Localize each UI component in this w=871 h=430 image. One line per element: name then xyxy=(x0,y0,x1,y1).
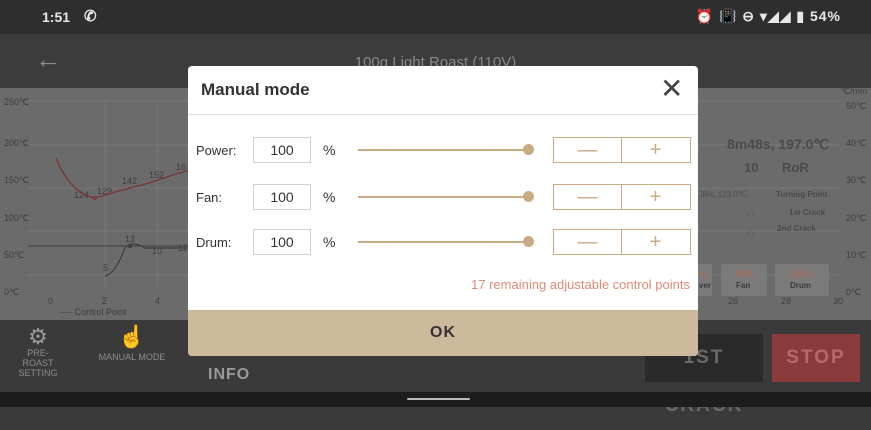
status-time: 1:51 xyxy=(42,9,71,25)
temp-label: 142 xyxy=(122,176,137,186)
stat-name: Drum xyxy=(790,281,811,290)
x-tick: 4 xyxy=(155,296,160,306)
control-point-marker xyxy=(128,244,132,248)
fan-label: 13 xyxy=(125,234,135,244)
pre-roast-label: PRE-ROAST SETTING xyxy=(18,348,58,378)
remaining-control-points: 17 remaining adjustable control points xyxy=(471,277,690,292)
status-icons: ⏰ 📳 ⊖ ▾◢◢ ▮ xyxy=(695,8,806,24)
fan-decrement-button[interactable]: — xyxy=(554,185,621,209)
y-right-tick: 40℃ xyxy=(846,138,866,148)
y-left-tick: 200℃ xyxy=(4,138,29,148)
drum-label: Drum: xyxy=(196,235,232,250)
info-button[interactable]: INFO xyxy=(208,366,250,384)
manual-mode-label: MANUAL MODE xyxy=(98,352,166,362)
y-left-tick: 150℃ xyxy=(4,175,29,185)
drum-stepper: — + xyxy=(553,229,691,255)
stat-name: ver xyxy=(699,281,712,290)
y-left-tick: 50℃ xyxy=(4,250,24,260)
turning-point-marker xyxy=(93,196,97,200)
pre-roast-setting-button[interactable]: ⚙ PRE-ROAST SETTING xyxy=(18,324,58,379)
power-slider-track[interactable] xyxy=(358,149,528,151)
power-label: Power: xyxy=(196,143,237,158)
stat-pct: 35% xyxy=(736,269,755,279)
fan-label: Fan: xyxy=(196,190,223,205)
ror-value: 10 xyxy=(744,160,759,175)
fan-value-input[interactable]: 100 xyxy=(253,184,311,210)
second-crack-label: 2nd Crack xyxy=(777,224,816,233)
x-tick: 30 xyxy=(833,296,843,306)
manual-mode-button[interactable]: ☝ MANUAL MODE xyxy=(72,324,192,363)
summary-time-temp: 8m48s, 197.0℃ xyxy=(727,136,830,152)
battery-level: 54% xyxy=(809,8,841,24)
chart-legend: ---- Control Point xyxy=(60,307,127,317)
gear-icon: ⚙ xyxy=(28,324,48,349)
power-value-input[interactable]: 100 xyxy=(253,137,311,163)
status-indicators: ⏰ 📳 ⊖ ▾◢◢ ▮ 54% xyxy=(696,8,841,25)
phone-icon: ✆ xyxy=(84,8,97,25)
drum-value-input[interactable]: 100 xyxy=(253,229,311,255)
y-left-tick: 0℃ xyxy=(4,287,19,297)
stat-name: Fan xyxy=(736,281,751,290)
power-row: Power: 100 % — + xyxy=(188,137,698,163)
drum-slider-track[interactable] xyxy=(358,241,528,243)
y-right-tick: 30℃ xyxy=(846,175,866,185)
y-right-tick: 0℃ xyxy=(846,287,861,297)
fan-label: 5 xyxy=(103,263,108,273)
first-crack-label: 1st Crack xyxy=(789,208,826,217)
system-nav-bar xyxy=(0,392,871,407)
ok-button[interactable]: OK xyxy=(188,310,698,356)
turning-point-label: Turning Point xyxy=(776,190,828,199)
second-crack-value: -:- xyxy=(746,228,754,237)
status-bar: 1:51 ✆ ⏰ 📳 ⊖ ▾◢◢ ▮ 54% xyxy=(0,0,871,34)
power-increment-button[interactable]: + xyxy=(622,138,689,162)
drum-decrement-button[interactable]: — xyxy=(554,230,621,254)
hand-pointer-icon: ☝ xyxy=(118,324,146,349)
drum-slider-thumb[interactable] xyxy=(523,236,534,247)
x-tick: 2 xyxy=(102,296,107,306)
drum-unit: % xyxy=(323,234,336,250)
ror-label: RoR xyxy=(782,160,809,175)
home-gesture-handle[interactable] xyxy=(407,398,470,400)
power-stepper: — + xyxy=(553,137,691,163)
fan-slider-thumb[interactable] xyxy=(523,191,534,202)
power-slider-thumb[interactable] xyxy=(523,144,534,155)
power-unit: % xyxy=(323,142,336,158)
turning-point-value: 38s, 123.0℃ xyxy=(700,190,747,199)
close-icon[interactable]: ✕ xyxy=(660,72,683,105)
stat-pct: % xyxy=(699,269,708,279)
y-right-tick: 50℃ xyxy=(846,101,866,111)
y-left-tick: 250℃ xyxy=(4,97,29,107)
dialog-title: Manual mode xyxy=(201,80,310,99)
fan-stepper: — + xyxy=(553,184,691,210)
y-right-unit: ℃/min xyxy=(840,88,867,96)
x-tick: 0 xyxy=(48,296,53,306)
fan-row: Fan: 100 % — + xyxy=(188,184,698,210)
power-decrement-button[interactable]: — xyxy=(554,138,621,162)
y-right-tick: 10℃ xyxy=(846,250,866,260)
drum-increment-button[interactable]: + xyxy=(622,230,689,254)
first-crack-value: -:- xyxy=(746,210,754,219)
stat-pct: 100% xyxy=(790,269,814,279)
y-left-tick: 100℃ xyxy=(4,213,29,223)
dialog-divider xyxy=(188,114,698,115)
manual-mode-dialog: Manual mode ✕ Power: 100 % — + Fan: 100 … xyxy=(188,66,698,356)
fan-slider-track[interactable] xyxy=(358,196,528,198)
temp-label: 16 xyxy=(176,162,186,172)
fan-unit: % xyxy=(323,189,336,205)
y-right-tick: 20℃ xyxy=(846,213,866,223)
stop-button[interactable]: STOP xyxy=(772,334,860,382)
x-tick: 26 xyxy=(728,296,738,306)
drum-row: Drum: 100 % — + xyxy=(188,229,698,255)
fan-increment-button[interactable]: + xyxy=(622,185,689,209)
x-tick: 28 xyxy=(781,296,791,306)
